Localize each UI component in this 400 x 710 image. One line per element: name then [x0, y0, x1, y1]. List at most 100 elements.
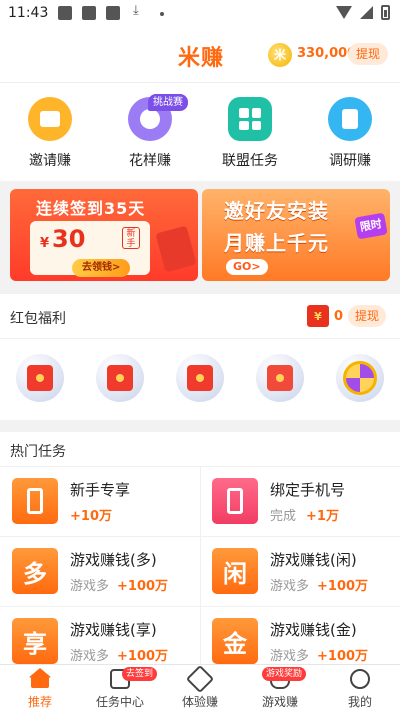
game-jin-icon: 金 [212, 618, 258, 664]
task-item-newbie[interactable]: 新手专享 +10万 [0, 467, 200, 537]
red-packet-bubble[interactable] [96, 354, 144, 402]
battery-icon [381, 5, 390, 20]
red-packet-withdraw-button[interactable]: 提现 [348, 305, 386, 327]
invite-banner-line1: 邀好友安装 [224, 199, 329, 223]
go-button[interactable]: GO> [226, 259, 268, 275]
more-notifications-icon [160, 12, 164, 16]
red-packet-icon [27, 365, 53, 391]
tab-label: 推荐 [27, 695, 52, 709]
notification-icon [106, 6, 120, 20]
newbie-tag: 新手 [122, 227, 140, 249]
checkin-badge: 去签到 [122, 667, 158, 681]
limited-time-badge: 限时 [354, 212, 388, 240]
quick-entry-label: 邀请赚 [29, 153, 71, 169]
divider [0, 338, 400, 339]
task-item-game-xian[interactable]: 闲 游戏赚钱(闲) 游戏多 +100万 [200, 537, 400, 607]
task-item-bind-phone[interactable]: 绑定手机号 完成 +1万 [200, 467, 400, 537]
checkin-banner-title: 连续签到35天 [36, 199, 146, 218]
lucky-wheel-bubble[interactable] [336, 354, 384, 402]
status-bar: 11:43 ⤓ [0, 0, 400, 28]
red-packet-count: 0 [334, 309, 344, 324]
quick-entries: 邀请赚 挑战赛 花样赚 联盟任务 调研赚 [0, 83, 400, 181]
red-packet-bubble[interactable] [176, 354, 224, 402]
task-name: 游戏赚钱(享) [70, 621, 157, 639]
task-name: 游戏赚钱(闲) [270, 551, 357, 569]
notification-icon [58, 6, 72, 20]
task-item-game-duo[interactable]: 多 游戏赚钱(多) 游戏多 +100万 [0, 537, 200, 607]
red-packet-icon [267, 365, 293, 391]
red-envelope-icon: ¥ [307, 305, 329, 327]
red-packet-icon [187, 365, 213, 391]
lucky-wheel-icon [343, 361, 377, 395]
invite-banner-line2: 月赚上千元 [224, 231, 329, 255]
game-xiang-icon: 享 [12, 618, 58, 664]
notification-icon [82, 6, 96, 20]
task-name: 游戏赚钱(多) [70, 551, 157, 569]
bind-phone-icon [212, 478, 258, 524]
game-reward-badge: 游戏奖励 [262, 667, 307, 681]
invite-banner[interactable]: 邀好友安装 月赚上千元 限时 GO> [202, 189, 390, 281]
tab-label: 我的 [347, 695, 372, 709]
quick-entry-alliance-task[interactable]: 联盟任务 [200, 83, 300, 181]
task-status: 完成 [270, 509, 297, 524]
task-name: 游戏赚钱(金) [270, 621, 357, 639]
red-packet-icon [107, 365, 133, 391]
tab-label: 任务中心 [95, 695, 144, 709]
task-reward: +100万 [317, 579, 369, 594]
task-reward: +10万 [70, 509, 112, 524]
cube-icon [185, 664, 215, 694]
task-name: 绑定手机号 [270, 481, 346, 499]
alliance-task-icon [228, 97, 272, 141]
tab-task-center[interactable]: 去签到 任务中心 [80, 665, 160, 710]
app-logo: 米赚 [178, 46, 225, 71]
red-envelope-icon [155, 225, 197, 273]
survey-icon [328, 97, 372, 141]
checkin-banner[interactable]: 连续签到35天 ¥30 新手 去领钱> [10, 189, 198, 281]
status-time: 11:43 [8, 5, 49, 21]
download-icon: ⤓ [133, 3, 139, 18]
task-name: 新手专享 [70, 481, 131, 499]
claim-money-button[interactable]: 去领钱> [72, 259, 131, 277]
game-xian-icon: 闲 [212, 548, 258, 594]
challenge-badge: 挑战赛 [148, 94, 188, 111]
quick-entry-fancy-earn[interactable]: 挑战赛 花样赚 [100, 83, 200, 181]
tab-game-earn[interactable]: 游戏奖励 游戏赚 [240, 665, 320, 710]
game-duo-icon: 多 [12, 548, 58, 594]
user-icon [350, 669, 370, 689]
signal-icon [360, 6, 373, 19]
task-reward: +100万 [117, 649, 169, 664]
quick-entry-invite[interactable]: 邀请赚 [0, 83, 100, 181]
tab-mine[interactable]: 我的 [320, 665, 400, 710]
task-source: 游戏多 [270, 649, 310, 664]
wifi-icon [336, 6, 352, 19]
red-packet-bubble[interactable] [16, 354, 64, 402]
tab-experience-earn[interactable]: 体验赚 [160, 664, 240, 710]
task-source: 游戏多 [70, 579, 110, 594]
coin-icon: 米 [268, 43, 292, 67]
section-title: 热门任务 [10, 444, 66, 460]
reward-amount: ¥30 [40, 225, 86, 253]
tab-label: 游戏赚 [261, 695, 298, 709]
hot-tasks-section: 热门任务 新手专享 +10万 绑定手机号 完成 +1万 多 游戏赚钱(多) 游戏… [0, 432, 400, 664]
task-source: 游戏多 [70, 649, 110, 664]
home-icon [28, 668, 52, 678]
tab-label: 体验赚 [181, 695, 218, 709]
red-packet-bubble[interactable] [256, 354, 304, 402]
app-header: 米赚 米 330,000 提现 [0, 28, 400, 83]
withdraw-button[interactable]: 提现 [348, 43, 388, 65]
quick-entry-label: 调研赚 [329, 153, 371, 169]
task-reward: +1万 [306, 509, 339, 524]
task-source: 游戏多 [270, 579, 310, 594]
invite-icon [28, 97, 72, 141]
promo-banners: 连续签到35天 ¥30 新手 去领钱> 邀好友安装 月赚上千元 限时 GO> [0, 181, 400, 289]
red-packet-section: 红包福利 ¥ 0 提现 [0, 294, 400, 420]
quick-entry-survey[interactable]: 调研赚 [300, 83, 400, 181]
bottom-tab-bar: 推荐 去签到 任务中心 体验赚 游戏奖励 游戏赚 我的 [0, 664, 400, 710]
quick-entry-label: 花样赚 [129, 153, 171, 169]
task-reward: +100万 [117, 579, 169, 594]
phone-icon [12, 478, 58, 524]
tab-recommend[interactable]: 推荐 [0, 665, 80, 710]
task-reward: +100万 [317, 649, 369, 664]
section-title: 红包福利 [10, 311, 66, 327]
quick-entry-label: 联盟任务 [222, 153, 278, 169]
